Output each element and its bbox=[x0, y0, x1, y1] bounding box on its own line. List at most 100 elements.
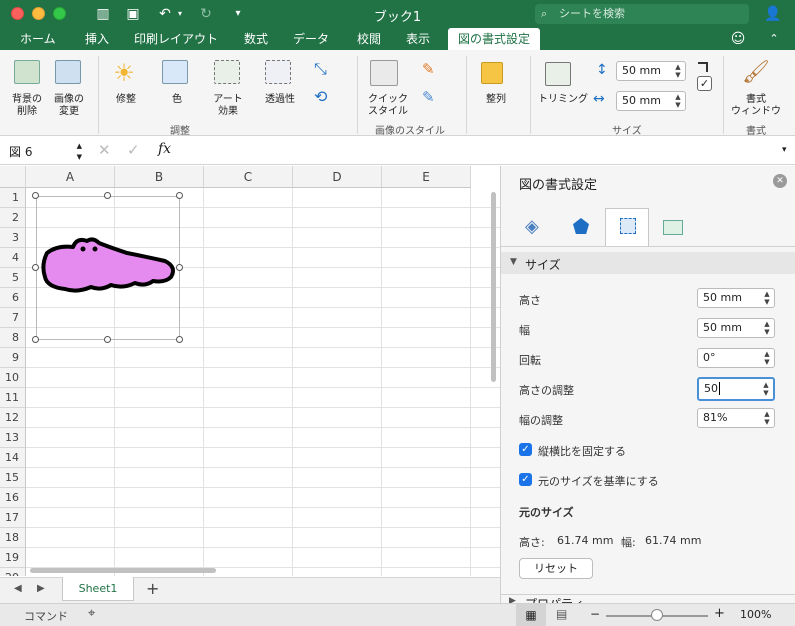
section-header-size[interactable]: ▼ サイズ bbox=[501, 252, 795, 274]
resize-handle-top-left[interactable] bbox=[32, 192, 39, 199]
expand-triangle-icon[interactable]: ▶ bbox=[509, 596, 516, 603]
transparency-button[interactable]: 透過性 bbox=[258, 94, 302, 106]
fill-line-tab-icon[interactable]: ◈ bbox=[525, 216, 539, 237]
stepper-icon[interactable]: ▲ ▼ bbox=[673, 93, 683, 109]
resize-handle-top-right[interactable] bbox=[176, 192, 183, 199]
tab-insert[interactable]: 挿入 bbox=[85, 28, 109, 50]
row-header-15[interactable]: 15 bbox=[0, 468, 26, 488]
tab-page-layout[interactable]: 印刷レイアウト bbox=[134, 28, 218, 50]
row-header-12[interactable]: 12 bbox=[0, 408, 26, 428]
row-header-19[interactable]: 19 bbox=[0, 548, 26, 568]
column-header-b[interactable]: B bbox=[115, 166, 204, 188]
section-title-properties[interactable]: プロパティ bbox=[525, 595, 584, 603]
row-header-10[interactable]: 10 bbox=[0, 368, 26, 388]
fx-icon[interactable]: fx bbox=[158, 141, 171, 157]
close-pane-icon[interactable]: ✕ bbox=[773, 174, 787, 188]
resize-handle-bottom[interactable] bbox=[104, 336, 111, 343]
corrections-button[interactable]: 修整 bbox=[106, 94, 146, 106]
tab-formulas[interactable]: 数式 bbox=[244, 28, 268, 50]
size-properties-tab[interactable] bbox=[605, 208, 649, 246]
enter-checkmark-icon[interactable]: ✓ bbox=[127, 141, 140, 159]
column-header-d[interactable]: D bbox=[293, 166, 382, 188]
column-header-c[interactable]: C bbox=[204, 166, 293, 188]
stepper-icon[interactable]: ▲ ▼ bbox=[762, 290, 772, 306]
tab-view[interactable]: 表示 bbox=[406, 28, 430, 50]
resize-handle-bottom-right[interactable] bbox=[176, 336, 183, 343]
picture-effects-icon[interactable]: ✎ bbox=[422, 88, 442, 106]
lock-aspect-checkbox-icon[interactable]: ✓ bbox=[697, 76, 712, 91]
row-header-6[interactable]: 6 bbox=[0, 288, 26, 308]
zoom-in-button[interactable]: + bbox=[714, 606, 725, 621]
share-user-icon[interactable]: 👤 bbox=[763, 4, 783, 24]
next-sheet-icon[interactable]: ▶ bbox=[37, 583, 45, 594]
row-header-1[interactable]: 1 bbox=[0, 188, 26, 208]
stepper-icon[interactable]: ▲ ▼ bbox=[762, 350, 772, 366]
remove-background-button[interactable]: 背景の 削除 bbox=[4, 94, 50, 118]
resize-handle-right[interactable] bbox=[176, 264, 183, 271]
lock-aspect-checkbox[interactable]: ✓ bbox=[519, 443, 532, 456]
compress-pictures-icon[interactable]: ⤡ bbox=[314, 60, 334, 78]
pane-height-field[interactable]: 50 mm ▲ ▼ bbox=[697, 288, 775, 308]
formula-expand-icon[interactable]: ▾ bbox=[782, 145, 787, 155]
row-header-9[interactable]: 9 bbox=[0, 348, 26, 368]
reset-button[interactable]: リセット bbox=[519, 558, 593, 579]
row-header-4[interactable]: 4 bbox=[0, 248, 26, 268]
reset-picture-icon[interactable]: ⟲ bbox=[314, 88, 336, 106]
pane-width-field[interactable]: 50 mm ▲ ▼ bbox=[697, 318, 775, 338]
collapse-ribbon-icon[interactable]: ⌃ bbox=[764, 29, 784, 49]
stepper-icon[interactable]: ▲ ▼ bbox=[761, 381, 771, 397]
row-header-17[interactable]: 17 bbox=[0, 508, 26, 528]
row-header-13[interactable]: 13 bbox=[0, 428, 26, 448]
column-header-e[interactable]: E bbox=[382, 166, 471, 188]
scale-height-field[interactable]: 50 ▲ ▼ bbox=[697, 377, 775, 401]
ribbon-height-field[interactable]: 50 mm ▲ ▼ bbox=[616, 61, 686, 81]
row-header-18[interactable]: 18 bbox=[0, 528, 26, 548]
change-picture-button[interactable]: 画像の 変更 bbox=[46, 94, 92, 118]
scale-width-field[interactable]: 81% ▲ ▼ bbox=[697, 408, 775, 428]
name-box-stepper-icon[interactable]: ▲ ▼ bbox=[77, 141, 82, 163]
ribbon-width-field[interactable]: 50 mm ▲ ▼ bbox=[616, 91, 686, 111]
smiley-feedback-icon[interactable]: ☺ bbox=[728, 29, 748, 49]
stepper-icon[interactable]: ▲ ▼ bbox=[673, 63, 683, 79]
horizontal-scrollbar[interactable] bbox=[30, 568, 216, 573]
row-header-8[interactable]: 8 bbox=[0, 328, 26, 348]
arrange-button[interactable]: 整列 bbox=[476, 94, 516, 106]
format-window-button[interactable]: 書式 ウィンドウ bbox=[728, 94, 784, 118]
picture-tab-icon[interactable] bbox=[663, 220, 683, 235]
resize-handle-left[interactable] bbox=[32, 264, 39, 271]
zoom-out-button[interactable]: − bbox=[590, 607, 600, 621]
row-header-16[interactable]: 16 bbox=[0, 488, 26, 508]
row-header-14[interactable]: 14 bbox=[0, 448, 26, 468]
selected-picture[interactable] bbox=[32, 192, 183, 343]
stepper-icon[interactable]: ▲ ▼ bbox=[762, 320, 772, 336]
name-box[interactable]: 図 6 ▲ ▼ bbox=[4, 141, 84, 163]
rotation-field[interactable]: 0° ▲ ▼ bbox=[697, 348, 775, 368]
row-header-3[interactable]: 3 bbox=[0, 228, 26, 248]
tab-data[interactable]: データ bbox=[293, 28, 329, 50]
add-sheet-button[interactable]: + bbox=[146, 579, 159, 598]
select-all-corner[interactable] bbox=[0, 166, 26, 188]
sheet-tab-sheet1[interactable]: Sheet1 bbox=[62, 577, 134, 601]
row-header-2[interactable]: 2 bbox=[0, 208, 26, 228]
row-header-20[interactable]: 20 bbox=[0, 568, 26, 576]
stepper-icon[interactable]: ▲ ▼ bbox=[762, 410, 772, 426]
normal-view-icon[interactable]: ▦ bbox=[516, 604, 546, 626]
tab-format-picture[interactable]: 図の書式設定 bbox=[448, 28, 541, 50]
resize-handle-top[interactable] bbox=[104, 192, 111, 199]
crop-button[interactable]: トリミング bbox=[537, 94, 589, 106]
tab-review[interactable]: 校閲 bbox=[357, 28, 381, 50]
picture-border-icon[interactable]: ✎ bbox=[422, 60, 442, 78]
resize-handle-bottom-left[interactable] bbox=[32, 336, 39, 343]
cancel-icon[interactable]: ✕ bbox=[98, 141, 111, 159]
column-header-a[interactable]: A bbox=[26, 166, 115, 188]
color-button[interactable]: 色 bbox=[157, 94, 197, 106]
quick-styles-button[interactable]: クイック スタイル bbox=[360, 94, 416, 118]
effects-tab-icon[interactable] bbox=[573, 218, 589, 234]
tab-home[interactable]: ホーム bbox=[20, 28, 56, 50]
search-input[interactable]: ⌕ シートを検索 bbox=[535, 4, 749, 24]
row-header-7[interactable]: 7 bbox=[0, 308, 26, 328]
artistic-effects-button[interactable]: アート 効果 bbox=[207, 94, 249, 118]
zoom-slider-thumb[interactable] bbox=[651, 609, 663, 621]
vertical-scrollbar[interactable] bbox=[491, 192, 496, 382]
row-header-11[interactable]: 11 bbox=[0, 388, 26, 408]
